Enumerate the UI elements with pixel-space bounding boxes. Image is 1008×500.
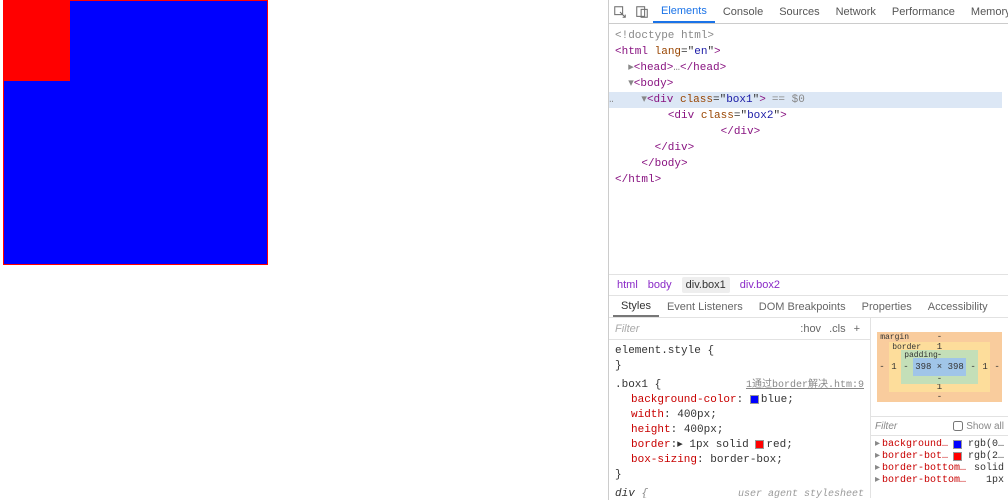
devtools-panel: Elements Console Sources Network Perform… xyxy=(608,0,1008,500)
hov-toggle[interactable]: :hov xyxy=(796,323,825,335)
styles-panel[interactable]: element.style { } 1通过border解决.htm:9 .box… xyxy=(609,340,870,498)
color-swatch[interactable] xyxy=(755,440,764,449)
subtab-dombreakpoints[interactable]: DOM Breakpoints xyxy=(751,298,854,316)
computed-property[interactable]: ▸background-co…rgb(0… xyxy=(875,438,1004,450)
cls-toggle[interactable]: .cls xyxy=(825,323,850,335)
crumb-box2[interactable]: div.box2 xyxy=(740,279,780,291)
tab-network[interactable]: Network xyxy=(828,2,884,22)
bm-margin-label: margin xyxy=(880,333,909,342)
showall-checkbox[interactable] xyxy=(953,421,963,431)
color-swatch xyxy=(953,452,962,461)
rule-box1-selector[interactable]: .box1 xyxy=(615,379,648,391)
device-toggle-icon[interactable] xyxy=(635,5,649,19)
elements-tree[interactable]: <!doctype html> <html lang="en"> ▸<head>… xyxy=(609,24,1008,274)
style-property[interactable]: box-sizing: border-box; xyxy=(615,453,864,468)
computed-property[interactable]: ▸border-bottom…1px xyxy=(875,474,1004,486)
tab-console[interactable]: Console xyxy=(715,2,771,22)
box2-element xyxy=(4,1,70,81)
selected-element-box1[interactable]: ▾<div class="box1">== $0 xyxy=(609,92,1002,108)
bm-padding-label: padding xyxy=(904,351,938,360)
html-tag: html xyxy=(622,46,648,58)
style-property[interactable]: width: 400px; xyxy=(615,408,864,423)
breadcrumb-bar: html body div.box1 div.box2 xyxy=(609,274,1008,296)
boxmodel-diagram[interactable]: margin - - - - border 1 1 1 1 padding xyxy=(871,318,1008,416)
showall-label: Show all xyxy=(966,421,1004,432)
style-property[interactable]: background-color: blue; xyxy=(615,393,864,408)
computed-list[interactable]: ▸background-co…rgb(0…▸border-bottom…rgb(… xyxy=(871,436,1008,498)
subtab-styles[interactable]: Styles xyxy=(613,297,659,317)
tab-sources[interactable]: Sources xyxy=(771,2,827,22)
computed-filter-input[interactable]: Filter xyxy=(875,421,950,432)
subtab-accessibility[interactable]: Accessibility xyxy=(920,298,996,316)
doctype-node: <!doctype html> xyxy=(615,30,714,42)
body-tag: body xyxy=(640,78,666,90)
inspect-icon[interactable] xyxy=(613,5,627,19)
computed-property[interactable]: ▸border-bottom…solid xyxy=(875,462,1004,474)
styles-filter-input[interactable]: Filter xyxy=(615,323,796,335)
crumb-box1[interactable]: div.box1 xyxy=(682,277,730,293)
subtab-eventlisteners[interactable]: Event Listeners xyxy=(659,298,751,316)
computed-property[interactable]: ▸border-bottom…rgb(2… xyxy=(875,450,1004,462)
box1-element xyxy=(3,0,268,265)
subtab-properties[interactable]: Properties xyxy=(854,298,920,316)
computed-filter-bar: Filter Show all xyxy=(871,416,1008,436)
box2-tag: div xyxy=(674,110,694,122)
new-style-rule-button[interactable]: + xyxy=(850,323,864,335)
head-tag: head xyxy=(640,62,666,74)
rule-element-style[interactable]: element.style xyxy=(615,345,701,357)
devtools-tab-bar: Elements Console Sources Network Perform… xyxy=(609,0,1008,24)
color-swatch xyxy=(953,440,962,449)
crumb-html[interactable]: html xyxy=(617,279,638,291)
rule-ua-label: user agent stylesheet xyxy=(738,487,864,498)
tab-elements[interactable]: Elements xyxy=(653,1,715,23)
tab-performance[interactable]: Performance xyxy=(884,2,963,22)
styles-filter-bar: Filter :hov .cls + xyxy=(609,318,870,340)
styles-subtabs: Styles Event Listeners DOM Breakpoints P… xyxy=(609,296,1008,318)
style-property[interactable]: border:▸ 1px solid red; xyxy=(615,438,864,453)
page-viewport xyxy=(0,0,608,500)
crumb-body[interactable]: body xyxy=(648,279,672,291)
style-property[interactable]: height: 400px; xyxy=(615,423,864,438)
color-swatch[interactable] xyxy=(750,395,759,404)
rule-source-link[interactable]: 1通过border解决.htm:9 xyxy=(746,378,864,393)
tab-memory[interactable]: Memory xyxy=(963,2,1008,22)
rule-div-selector: div xyxy=(615,488,635,498)
